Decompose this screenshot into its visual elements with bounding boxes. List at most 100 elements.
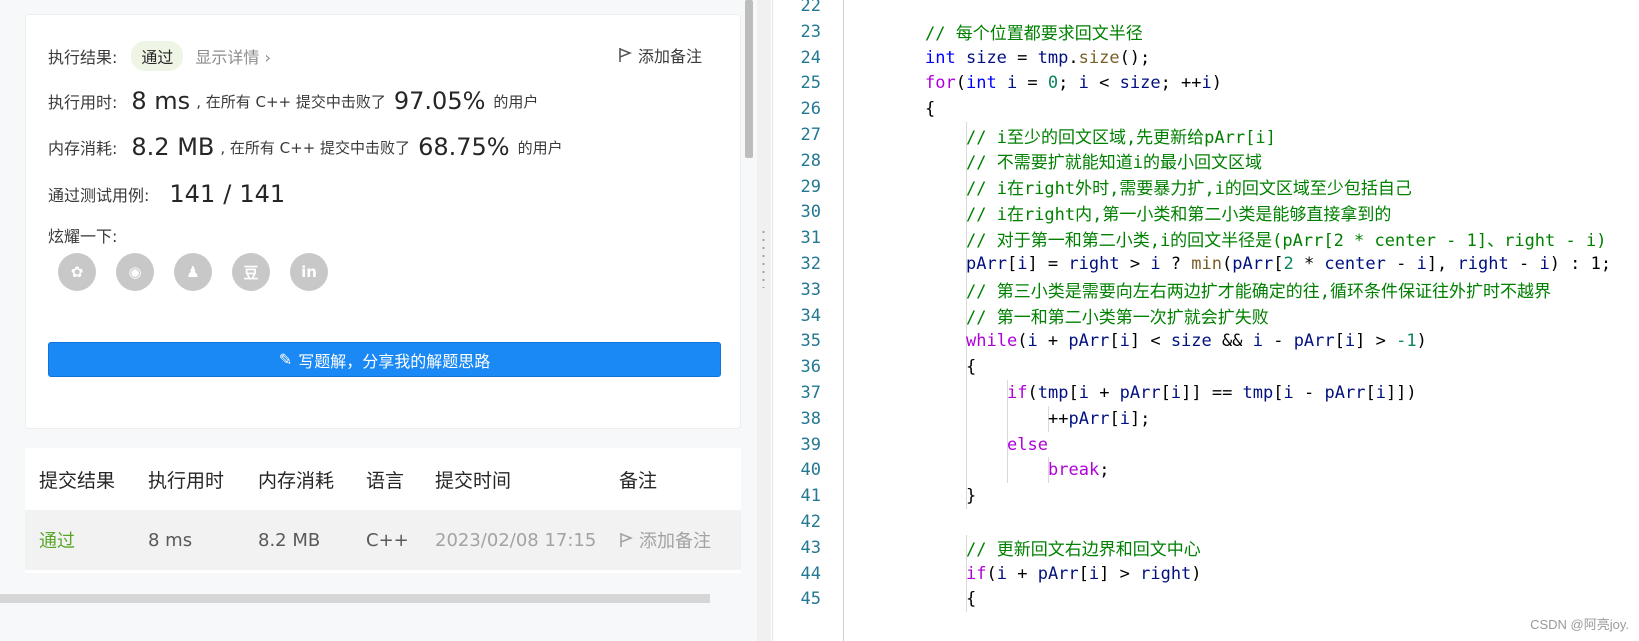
- show-details-link[interactable]: 显示详情 ›: [195, 44, 271, 68]
- code-token: right: [1068, 254, 1120, 274]
- code-token: (: [1017, 331, 1028, 352]
- code-token: else: [1007, 434, 1048, 455]
- code-line[interactable]: 40 break;: [773, 457, 1639, 484]
- code-line[interactable]: 23 // 每个位置都要求回文半径: [773, 19, 1639, 45]
- code-line[interactable]: 33 // 第三小类是需要向左右两边扩才能确定的往,循环条件保证往外扩时不越界: [773, 276, 1639, 303]
- code-token: ] <: [1129, 331, 1171, 352]
- code-token: i: [996, 563, 1007, 584]
- runtime-compare-text: , 在所有 C++ 提交中击败了: [196, 92, 386, 111]
- line-number: 26: [800, 99, 821, 120]
- header-memory: 内存消耗: [258, 469, 335, 492]
- code-token: [: [1160, 383, 1171, 403]
- code-editor[interactable]: 22 23// 每个位置都要求回文半径 24 int size = tmp.size(…: [772, 0, 1639, 641]
- code-line[interactable]: 35 while(i + pArr[i] < size && i - pArr[i…: [773, 328, 1639, 355]
- line-number: 32: [800, 254, 821, 274]
- code-line[interactable]: 42: [773, 509, 1639, 535]
- code-line[interactable]: 32 pArr[i] = right > i ? min(pArr[2 * cen…: [773, 251, 1639, 277]
- testcases-row: 通过测试用例: 141 / 141: [48, 180, 291, 208]
- line-number: 38: [800, 408, 821, 429]
- linkedin-icon[interactable]: in: [290, 253, 328, 291]
- line-number: 42: [800, 512, 821, 532]
- testcases-label: 通过测试用例:: [48, 186, 150, 205]
- code-line[interactable]: 41}: [773, 483, 1639, 510]
- header-language: 语言: [366, 469, 405, 492]
- code-line[interactable]: 28 // 不需要扩就能知道i的最小回文区域: [773, 147, 1639, 174]
- memory-row: 内存消耗: 8.2 MB , 在所有 C++ 提交中击败了 68.75% 的用户: [48, 133, 563, 161]
- qq-icon[interactable]: ♟: [174, 253, 212, 291]
- code-line[interactable]: 31 // 对于第一和第二小类,i的回文半径是(pArr[2 * center -…: [773, 225, 1639, 252]
- code-text: pArr[i] = right > i ? min(pArr[2 * cente…: [966, 254, 1611, 274]
- code-token: 2: [1283, 254, 1294, 274]
- code-token: // 每个位置都要求回文半径: [925, 24, 1143, 45]
- code-token: ): [1191, 563, 1202, 584]
- code-line[interactable]: 26 {: [773, 96, 1639, 122]
- code-line[interactable]: 29 // i在right外时,需要暴力扩,i的回文区域至少包括自己: [773, 173, 1639, 200]
- code-token: ] >: [1099, 563, 1141, 584]
- code-token: ;: [1058, 73, 1079, 94]
- douban-icon[interactable]: 豆: [232, 253, 270, 291]
- code-text: break;: [1048, 460, 1109, 480]
- code-token: i: [1344, 331, 1356, 352]
- indent-guide: [966, 457, 967, 484]
- code-line[interactable]: 37 if(tmp[i + pArr[i]] == tmp[i - pArr[i]…: [773, 380, 1639, 406]
- code-token: ): [1211, 73, 1223, 94]
- code-text: // 不需要扩就能知道i的最小回文区域: [966, 148, 1262, 173]
- code-token: pArr: [1037, 563, 1079, 584]
- add-note-button[interactable]: 添加备注: [618, 43, 702, 67]
- row-add-note-button[interactable]: 添加备注: [619, 527, 711, 553]
- code-text: // i在right内,第一小类和第二小类是能够直接拿到的: [966, 200, 1391, 225]
- code-text: // 第三小类是需要向左右两边扩才能确定的往,循环条件保证往外扩时不越界: [966, 277, 1551, 302]
- code-line[interactable]: 34 // 第一和第二小类第一次扩就会扩失败: [773, 302, 1639, 329]
- code-token: ;: [1099, 460, 1110, 481]
- code-token: >: [1119, 254, 1151, 274]
- code-line[interactable]: 27 // i至少的回文区域,先更新给pArr[i]: [773, 122, 1639, 148]
- write-solution-button[interactable]: ✎ 写题解，分享我的解题思路: [48, 342, 721, 377]
- code-text: for(int i = 0; i < size; ++i): [925, 73, 1222, 93]
- memory-label: 内存消耗:: [48, 139, 118, 158]
- code-token: int: [925, 47, 956, 68]
- code-line[interactable]: 39 else: [773, 431, 1639, 458]
- code-token: i: [1375, 383, 1386, 403]
- row-result[interactable]: 通过: [39, 527, 75, 553]
- vertical-scrollbar[interactable]: [745, 0, 753, 158]
- code-token: [: [1334, 331, 1345, 352]
- code-token: ) : 1;: [1549, 254, 1612, 274]
- result-label: 执行结果:: [48, 48, 118, 67]
- runtime-row: 执行用时: 8 ms , 在所有 C++ 提交中击败了 97.05% 的用户: [48, 87, 538, 115]
- table-row[interactable]: 通过 8 ms 8.2 MB C++ 2023/02/08 17:15 添加备注: [25, 510, 741, 570]
- code-line[interactable]: 45 {: [773, 586, 1639, 613]
- code-line[interactable]: 43 // 更新回文右边界和回文中心: [773, 534, 1639, 561]
- panel-divider[interactable]: [757, 0, 771, 641]
- code-line[interactable]: 24 int size = tmp.size();: [773, 45, 1639, 71]
- line-number: 43: [800, 537, 821, 558]
- horizontal-scrollbar[interactable]: [0, 594, 710, 603]
- watermark: CSDN @阿亮joy.: [1530, 617, 1629, 632]
- row-time: 2023/02/08 17:15: [435, 529, 597, 551]
- code-token: [: [1273, 254, 1284, 274]
- code-token: i: [1078, 73, 1089, 94]
- code-token: +: [1037, 331, 1069, 352]
- code-line[interactable]: 30 // i在right内,第一小类和第二小类是能够直接拿到的: [773, 199, 1639, 226]
- share-icons: ✿ ◉ ♟ 豆 in: [58, 253, 328, 291]
- code-token: +: [1006, 563, 1038, 584]
- code-text: // i至少的回文区域,先更新给pArr[i]: [966, 123, 1276, 148]
- code-token: ();: [1119, 47, 1151, 68]
- code-token: size: [1119, 73, 1161, 94]
- weibo-icon[interactable]: ◉: [116, 253, 154, 291]
- code-line[interactable]: 25 for(int i = 0; i < size; ++i): [773, 70, 1639, 96]
- wechat-icon[interactable]: ✿: [58, 253, 96, 291]
- code-line[interactable]: 38 ++pArr[i];: [773, 405, 1639, 432]
- code-line[interactable]: 22: [773, 0, 1639, 19]
- memory-suffix: 的用户: [517, 138, 563, 157]
- code-token: // i至少的回文区域,先更新给pArr[i]: [966, 127, 1276, 148]
- code-line[interactable]: 44 if(i + pArr[i] > right): [773, 560, 1639, 587]
- code-token: i: [1150, 254, 1161, 274]
- code-token: int: [965, 73, 997, 94]
- code-token: (: [1027, 383, 1038, 403]
- code-token: {: [966, 357, 977, 378]
- code-token: [: [1365, 383, 1376, 403]
- code-line[interactable]: 36 {: [773, 354, 1639, 381]
- table-header: 提交结果 执行用时 内存消耗 语言 提交时间 备注: [25, 448, 741, 510]
- drag-handle-icon[interactable]: [762, 228, 765, 288]
- code-token: pArr: [1324, 383, 1366, 403]
